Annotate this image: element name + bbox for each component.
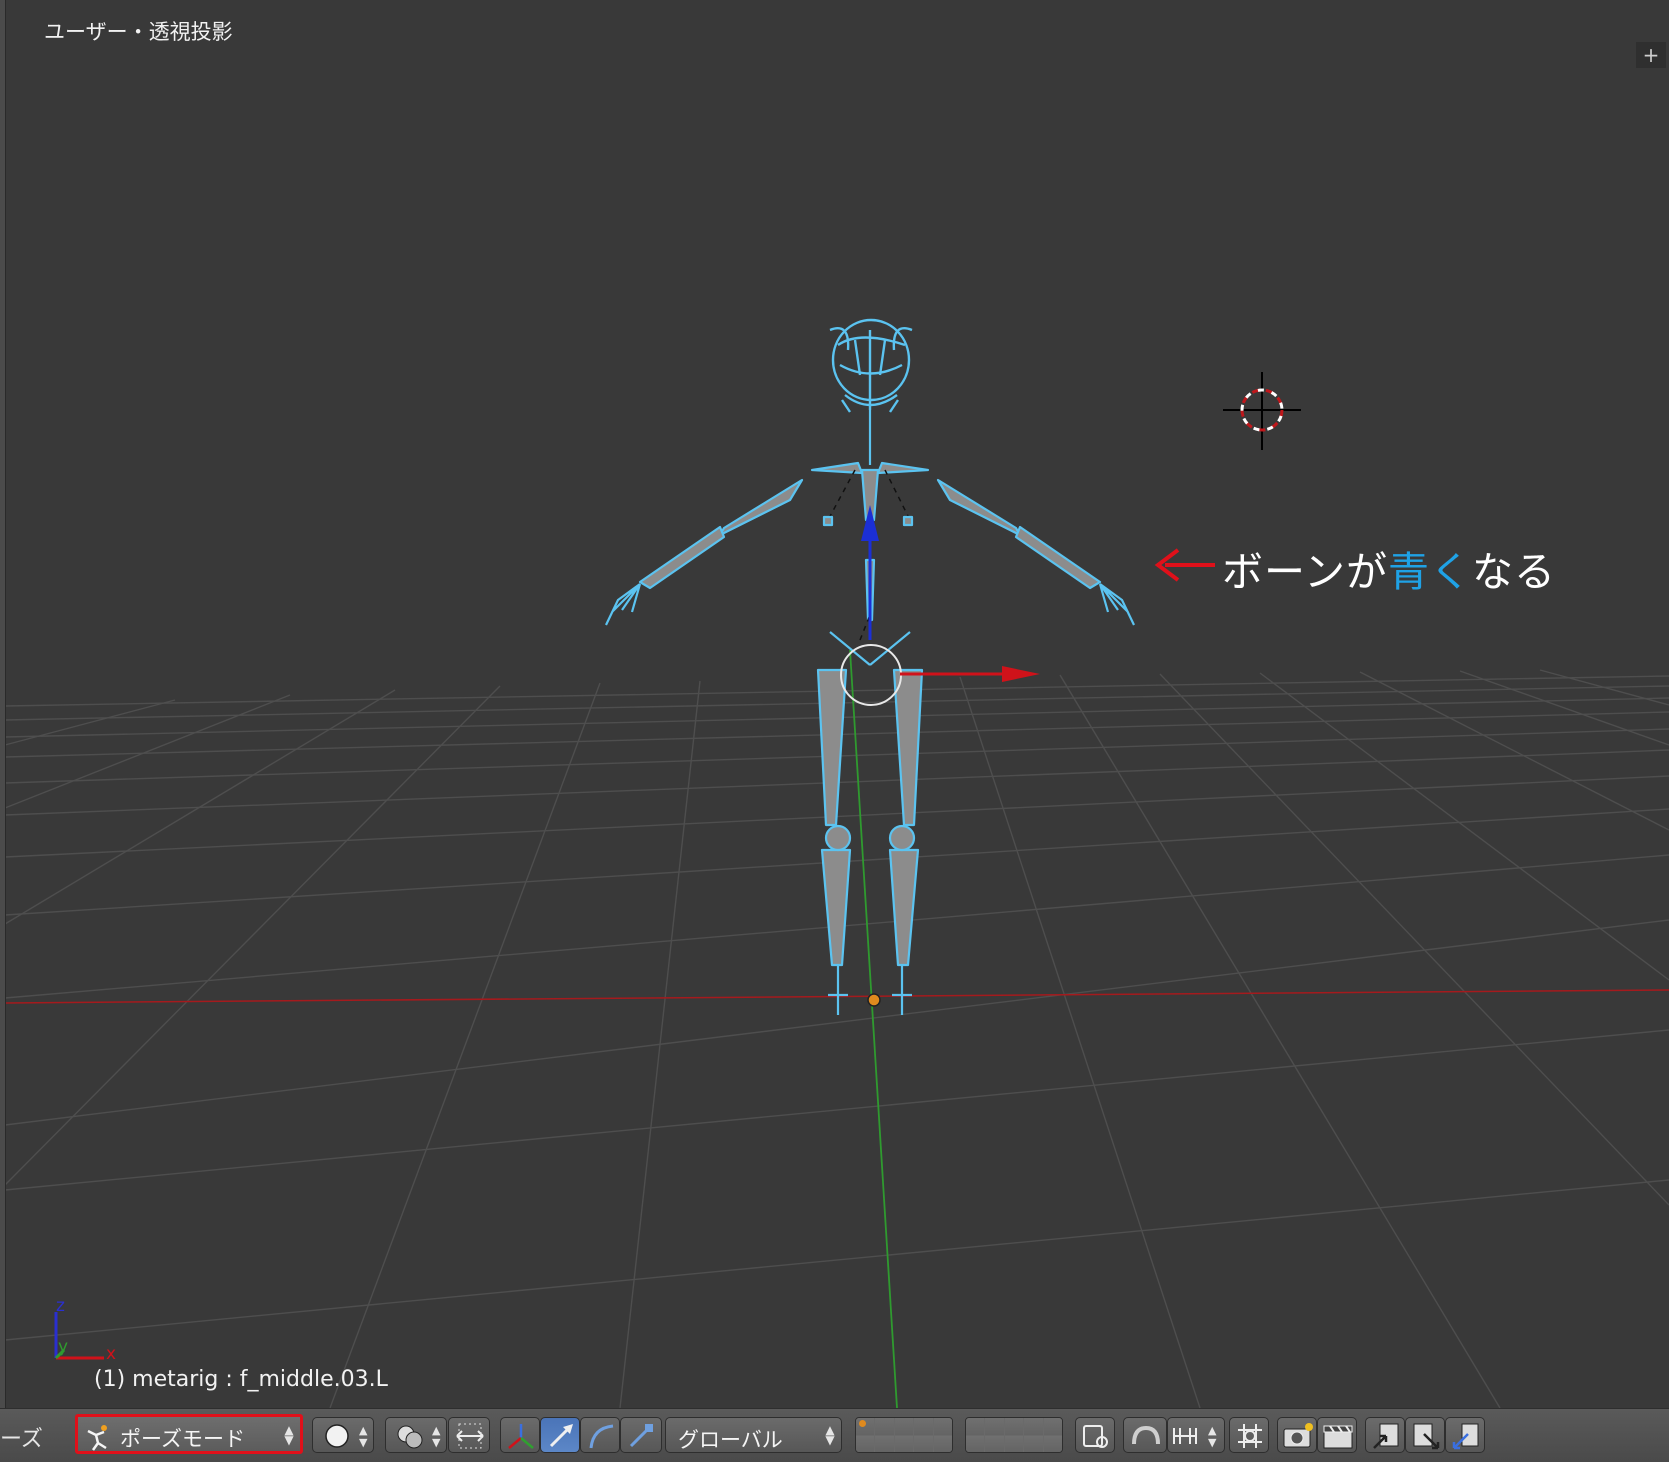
active-layer-dot xyxy=(859,1420,866,1427)
y-axis-line xyxy=(849,649,898,1408)
manipulator-center-icon xyxy=(456,1423,484,1449)
paste-pose-button[interactable] xyxy=(1405,1417,1445,1453)
paste-flipped-pose-button[interactable] xyxy=(1445,1417,1485,1453)
proportional-edit-icon xyxy=(1238,1424,1262,1448)
transform-orientation-label: グローバル xyxy=(678,1428,783,1452)
3d-cursor-icon xyxy=(1223,372,1301,450)
layer-button[interactable] xyxy=(894,1435,914,1452)
layer-button[interactable] xyxy=(894,1418,914,1435)
snap-element-select[interactable]: ▲ ▼ xyxy=(1167,1417,1225,1453)
svg-text:▼: ▼ xyxy=(359,1436,368,1449)
pivot-selection-toggle[interactable] xyxy=(448,1417,490,1453)
layer-button[interactable] xyxy=(966,1435,985,1452)
manipulator-toggle[interactable] xyxy=(500,1417,540,1453)
layer-button[interactable] xyxy=(1043,1418,1062,1435)
armature-skeleton xyxy=(605,318,1135,1015)
snap-toggle[interactable] xyxy=(1123,1417,1167,1453)
layer-button[interactable] xyxy=(1004,1435,1024,1452)
annotation-suffix: なる xyxy=(1471,548,1556,596)
layer-button[interactable] xyxy=(1024,1435,1043,1452)
snap-element-icon: ▲ ▼ xyxy=(1173,1424,1217,1449)
3d-viewport[interactable]: z y x ユーザー・透視投影 + (1) metarig : f_middle… xyxy=(0,0,1669,1408)
bone-direction-arrow xyxy=(861,505,879,640)
rotate-manipulator-button[interactable] xyxy=(580,1417,620,1453)
render-animation-icon xyxy=(1323,1425,1353,1449)
paste-pose-icon xyxy=(1413,1423,1440,1450)
pivot-point-select[interactable]: ▲ ▼ xyxy=(385,1417,447,1453)
render-animation-button[interactable] xyxy=(1317,1417,1357,1453)
scene-canvas[interactable]: z y x xyxy=(0,0,1669,1408)
copy-pose-button[interactable] xyxy=(1365,1417,1405,1453)
annotation-prefix: ボーンが xyxy=(1222,548,1388,596)
scale-manipulator-icon xyxy=(629,1424,653,1448)
axis-z-label: z xyxy=(56,1296,65,1316)
layer-button[interactable] xyxy=(985,1418,1004,1435)
layer-button[interactable] xyxy=(933,1418,952,1435)
svg-text:▼: ▼ xyxy=(432,1436,441,1449)
viewport-shading-select[interactable]: ▲ ▼ xyxy=(312,1417,374,1453)
rotation-manipulator xyxy=(840,644,902,706)
layer-button[interactable] xyxy=(1043,1435,1062,1452)
layer-button[interactable] xyxy=(1004,1418,1024,1435)
pivot-point-icon: ▲ ▼ xyxy=(397,1424,441,1449)
layer-button[interactable] xyxy=(966,1418,985,1435)
area-border[interactable] xyxy=(0,0,6,1408)
updown-icon: ▲ ▼ xyxy=(825,1423,835,1447)
translate-manipulator-button[interactable] xyxy=(540,1417,580,1453)
layer-button[interactable] xyxy=(914,1435,933,1452)
layer-button[interactable] xyxy=(856,1418,875,1435)
svg-text:▼: ▼ xyxy=(1208,1436,1217,1449)
layer-button[interactable] xyxy=(875,1418,894,1435)
layer-grid-b[interactable] xyxy=(965,1417,1063,1453)
lock-camera-icon xyxy=(1083,1425,1108,1448)
lock-camera-button[interactable] xyxy=(1075,1417,1115,1453)
viewport-header: ーズ ポーズモード ▲ ▼ ▲ ▼ ▲ ▼ グローバル ▲ ▼ ▲ ▼ xyxy=(0,1408,1669,1462)
pose-menu[interactable]: ーズ xyxy=(0,1421,43,1453)
axis-x-label: x xyxy=(106,1344,116,1364)
mode-select[interactable]: ポーズモード ▲ ▼ xyxy=(75,1414,303,1454)
axis-y-label: y xyxy=(58,1337,68,1357)
region-toggle-button[interactable]: + xyxy=(1636,42,1666,68)
render-opengl-icon xyxy=(1283,1423,1313,1448)
annotation-highlight: 青く xyxy=(1387,548,1472,596)
proportional-edit-button[interactable] xyxy=(1229,1417,1269,1453)
scale-manipulator-button[interactable] xyxy=(620,1417,662,1453)
layer-button[interactable] xyxy=(985,1435,1004,1452)
rotate-manipulator-icon xyxy=(589,1424,614,1449)
layer-button[interactable] xyxy=(914,1418,933,1435)
manipulator-toggle-icon xyxy=(508,1424,534,1449)
translate-manipulator-icon xyxy=(549,1424,573,1448)
object-origin xyxy=(867,993,881,1007)
annotation-text: ボーンが青くなる xyxy=(1222,538,1556,598)
layer-grid-a[interactable] xyxy=(855,1417,953,1453)
active-bone-status: (1) metarig : f_middle.03.L xyxy=(94,1367,388,1392)
paste-flipped-pose-icon xyxy=(1452,1423,1479,1450)
updown-icon: ▲ ▼ xyxy=(284,1423,294,1447)
view-title: ユーザー・透視投影 xyxy=(44,20,233,44)
annotation-arrow-icon xyxy=(1154,548,1215,582)
viewport-shading-icon: ▲ ▼ xyxy=(325,1424,368,1449)
layer-button[interactable] xyxy=(1024,1418,1043,1435)
pose-mode-icon xyxy=(87,1425,107,1451)
snap-icon xyxy=(1132,1425,1160,1445)
layer-button[interactable] xyxy=(856,1435,875,1452)
mode-select-label: ポーズモード xyxy=(120,1427,245,1451)
transform-orientation-select[interactable]: グローバル ▲ ▼ xyxy=(665,1417,842,1453)
layer-button[interactable] xyxy=(933,1435,952,1452)
copy-pose-icon xyxy=(1373,1423,1399,1449)
render-opengl-button[interactable] xyxy=(1277,1417,1317,1453)
layer-button[interactable] xyxy=(875,1435,894,1452)
